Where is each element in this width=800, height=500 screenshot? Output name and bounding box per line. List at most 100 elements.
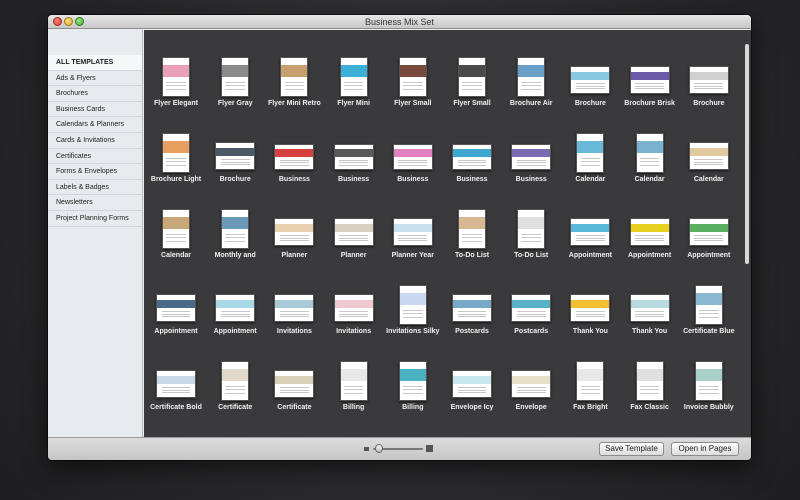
template-thumbnail[interactable] <box>280 57 309 97</box>
template-thumbnail[interactable] <box>452 294 492 322</box>
template-thumbnail[interactable] <box>517 209 546 249</box>
template-tile[interactable]: Calendar <box>679 130 739 206</box>
template-tile[interactable]: To-Do List <box>442 206 502 282</box>
template-thumbnail[interactable] <box>339 57 368 97</box>
template-thumbnail[interactable] <box>398 361 427 401</box>
template-thumbnail[interactable] <box>635 361 664 401</box>
template-tile[interactable]: Invitations Silky <box>383 282 443 358</box>
template-thumbnail[interactable] <box>570 66 611 94</box>
template-tile[interactable]: Business <box>264 130 324 206</box>
template-thumbnail[interactable] <box>452 370 492 398</box>
template-tile[interactable]: Flyer Small <box>383 54 443 130</box>
template-tile[interactable]: Appointment <box>620 206 680 282</box>
template-thumbnail[interactable] <box>162 133 190 173</box>
template-thumbnail[interactable] <box>221 209 250 249</box>
template-tile[interactable]: Flyer Mini Retro <box>264 54 324 130</box>
template-tile[interactable]: Certificate Blue <box>679 282 739 358</box>
template-tile[interactable]: Planner <box>264 206 324 282</box>
template-thumbnail[interactable] <box>392 144 433 170</box>
template-thumbnail[interactable] <box>694 361 723 401</box>
template-thumbnail[interactable] <box>333 294 374 322</box>
template-tile[interactable]: Thank You <box>620 282 680 358</box>
template-tile[interactable]: Appointment <box>560 206 620 282</box>
template-tile[interactable]: Postcards <box>501 282 561 358</box>
template-thumbnail[interactable] <box>511 294 552 322</box>
template-thumbnail[interactable] <box>458 57 486 97</box>
template-thumbnail[interactable] <box>635 133 664 173</box>
template-tile[interactable]: Appointment <box>205 282 265 358</box>
template-tile[interactable]: Brochure <box>679 54 739 130</box>
template-thumbnail[interactable] <box>576 361 605 401</box>
template-thumbnail[interactable] <box>694 285 723 325</box>
template-tile[interactable]: Fax Bright <box>560 358 620 434</box>
sidebar-item-business-cards[interactable]: Business Cards <box>48 102 142 118</box>
template-tile[interactable]: Business <box>383 130 443 206</box>
template-thumbnail[interactable] <box>274 370 315 398</box>
template-tile[interactable]: Brochure Air <box>501 54 561 130</box>
template-tile[interactable]: Business <box>324 130 384 206</box>
template-tile[interactable]: Flyer Gray <box>205 54 265 130</box>
template-tile[interactable]: Planner <box>324 206 384 282</box>
template-thumbnail[interactable] <box>570 218 611 246</box>
template-thumbnail[interactable] <box>629 66 670 94</box>
sidebar-item-calendars-planners[interactable]: Calendars & Planners <box>48 117 142 133</box>
template-tile[interactable]: Invoice Bubbly <box>679 358 739 434</box>
template-thumbnail[interactable] <box>162 57 190 97</box>
scrollbar-thumb[interactable] <box>745 44 749 264</box>
sidebar-item-newsletters[interactable]: Newsletters <box>48 195 142 211</box>
sidebar-item-brochures[interactable]: Brochures <box>48 86 142 102</box>
template-thumbnail[interactable] <box>162 209 190 249</box>
template-thumbnail[interactable] <box>274 218 315 246</box>
template-tile[interactable]: Brochure Light <box>146 130 206 206</box>
sidebar-item-certificates[interactable]: Certificates <box>48 149 142 165</box>
template-tile[interactable]: Invitations <box>264 282 324 358</box>
template-thumbnail[interactable] <box>688 66 729 94</box>
sidebar-item-labels-badges[interactable]: Labels & Badges <box>48 180 142 196</box>
template-tile[interactable]: Flyer Elegant <box>146 54 206 130</box>
template-thumbnail[interactable] <box>570 294 611 322</box>
template-tile[interactable]: Thank You <box>560 282 620 358</box>
thumbnail-size-slider-knob[interactable] <box>375 444 383 453</box>
save-template-button[interactable]: Save Template <box>599 442 664 456</box>
template-tile[interactable]: Flyer Small <box>442 54 502 130</box>
template-tile[interactable]: Brochure <box>560 54 620 130</box>
template-tile[interactable]: Planner Year <box>383 206 443 282</box>
template-thumbnail[interactable] <box>215 294 256 322</box>
template-thumbnail[interactable] <box>333 144 374 170</box>
template-thumbnail[interactable] <box>221 361 250 401</box>
template-tile[interactable]: Calendar <box>560 130 620 206</box>
template-tile[interactable]: Postcards <box>442 282 502 358</box>
template-tile[interactable]: Envelope <box>501 358 561 434</box>
template-tile[interactable]: Business <box>501 130 561 206</box>
template-thumbnail[interactable] <box>629 294 670 322</box>
template-thumbnail[interactable] <box>576 133 605 173</box>
template-thumbnail[interactable] <box>333 218 374 246</box>
sidebar-item-forms-envelopes[interactable]: Forms & Envelopes <box>48 164 142 180</box>
template-thumbnail[interactable] <box>221 57 250 97</box>
template-thumbnail[interactable] <box>688 142 729 170</box>
template-tile[interactable]: Appointment <box>679 206 739 282</box>
template-tile[interactable]: Billing <box>324 358 384 434</box>
template-tile[interactable]: Appointment <box>146 282 206 358</box>
template-thumbnail[interactable] <box>156 294 196 322</box>
template-thumbnail[interactable] <box>398 285 427 325</box>
grid-scrollbar[interactable] <box>743 30 751 437</box>
template-thumbnail[interactable] <box>398 57 427 97</box>
template-thumbnail[interactable] <box>629 218 670 246</box>
template-tile[interactable]: Certificate Bold <box>146 358 206 434</box>
template-thumbnail[interactable] <box>274 144 315 170</box>
template-thumbnail[interactable] <box>458 209 486 249</box>
template-thumbnail[interactable] <box>511 370 552 398</box>
template-tile[interactable]: Invitations <box>324 282 384 358</box>
template-tile[interactable]: Brochure Brisk <box>620 54 680 130</box>
sidebar-item-project-planning-forms[interactable]: Project Planning Forms <box>48 211 142 227</box>
sidebar-item-cards-invitations[interactable]: Cards & Invitations <box>48 133 142 149</box>
template-tile[interactable]: Calendar <box>146 206 206 282</box>
template-thumbnail[interactable] <box>339 361 368 401</box>
template-thumbnail[interactable] <box>452 144 492 170</box>
template-thumbnail[interactable] <box>511 144 552 170</box>
template-tile[interactable]: Billing <box>383 358 443 434</box>
template-thumbnail[interactable] <box>156 370 196 398</box>
template-tile[interactable]: To-Do List <box>501 206 561 282</box>
template-tile[interactable]: Flyer Mini <box>324 54 384 130</box>
